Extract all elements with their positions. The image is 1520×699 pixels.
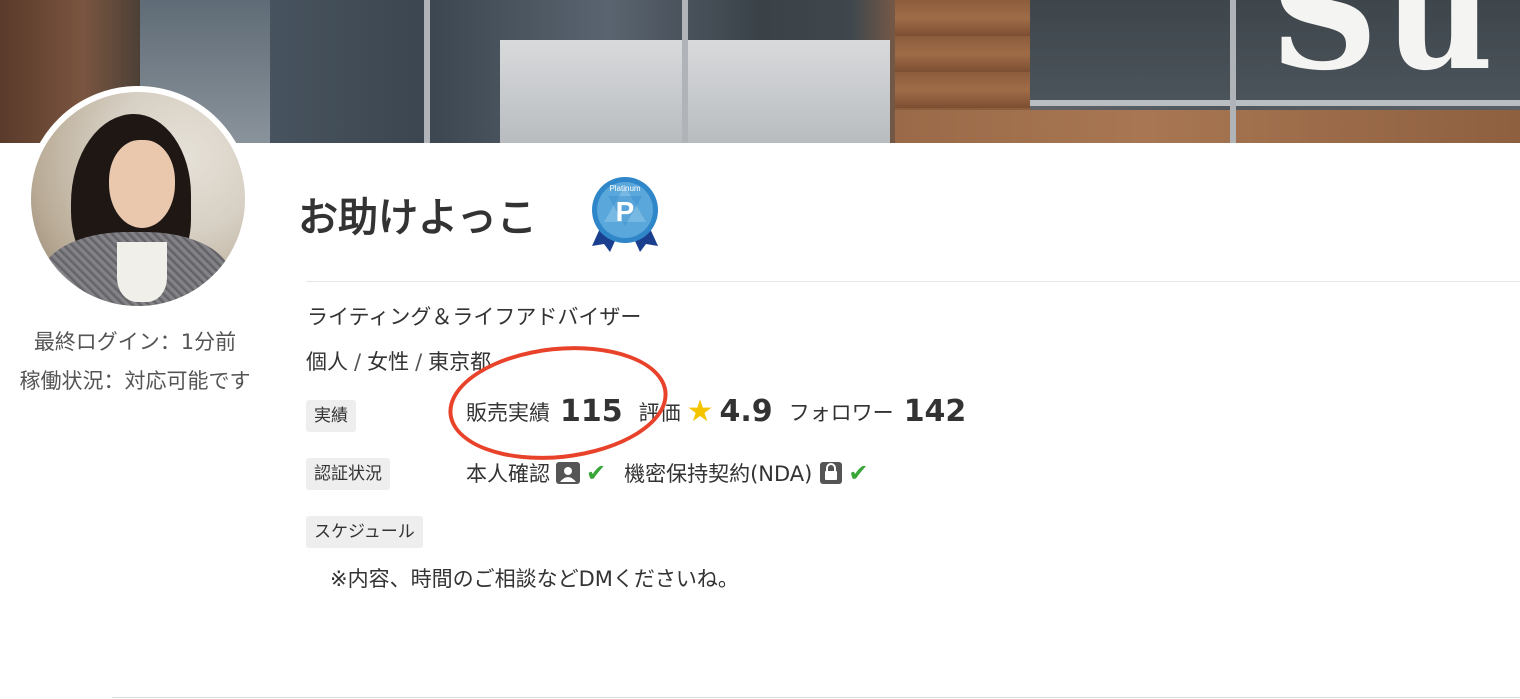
avatar-collar (117, 242, 167, 302)
star-icon: ★ (686, 394, 714, 429)
profile-meta: 個人 / 女性 / 東京都 (306, 346, 491, 376)
cover-pole (682, 0, 688, 143)
check-icon: ✔ (586, 459, 607, 487)
rating-value[interactable]: 4.9 (720, 394, 773, 429)
lock-icon (820, 462, 843, 484)
cover-letters: Su (1270, 0, 1500, 104)
cover-floor (500, 40, 890, 143)
stats-chip: 実績 (306, 400, 356, 432)
followers-label[interactable]: フォロワー (789, 397, 894, 427)
meta-type: 個人 (306, 350, 348, 374)
identity-label: 本人確認 (466, 462, 550, 486)
schedule-chip: スケジュール (306, 516, 423, 548)
avatar[interactable] (25, 86, 251, 312)
followers-value[interactable]: 142 (904, 394, 967, 429)
last-login: 最終ログイン：1分前 (33, 330, 237, 354)
cover-wood-base (895, 110, 1520, 143)
meta-gender: 女性 (367, 350, 410, 374)
person-card-icon (556, 462, 580, 484)
availability-status: 稼働状況：対応可能です (19, 369, 251, 393)
verification-row: 本人確認 ✔ 機密保持契約(NDA) ✔ (466, 458, 868, 488)
platinum-badge-icon[interactable]: P Platinum (588, 174, 662, 254)
cover-pole (1230, 0, 1236, 143)
meta-separator: / (415, 350, 423, 374)
section-divider (112, 697, 1520, 698)
verification-chip: 認証状況 (306, 458, 390, 490)
profile-title: ライティング＆ライフアドバイザー (307, 305, 642, 329)
profile-name: お助けよっこ (298, 195, 537, 241)
cover-pole (424, 0, 430, 143)
badge-label: Platinum (609, 184, 640, 193)
divider (306, 281, 1520, 282)
badge-letter: P (616, 196, 635, 227)
nda-label: 機密保持契約(NDA) (624, 462, 813, 486)
schedule-note: ※内容、時間のご相談などDMくださいね。 (330, 567, 739, 591)
avatar-face (109, 140, 175, 228)
meta-separator: / (354, 350, 362, 374)
check-icon: ✔ (848, 459, 869, 487)
